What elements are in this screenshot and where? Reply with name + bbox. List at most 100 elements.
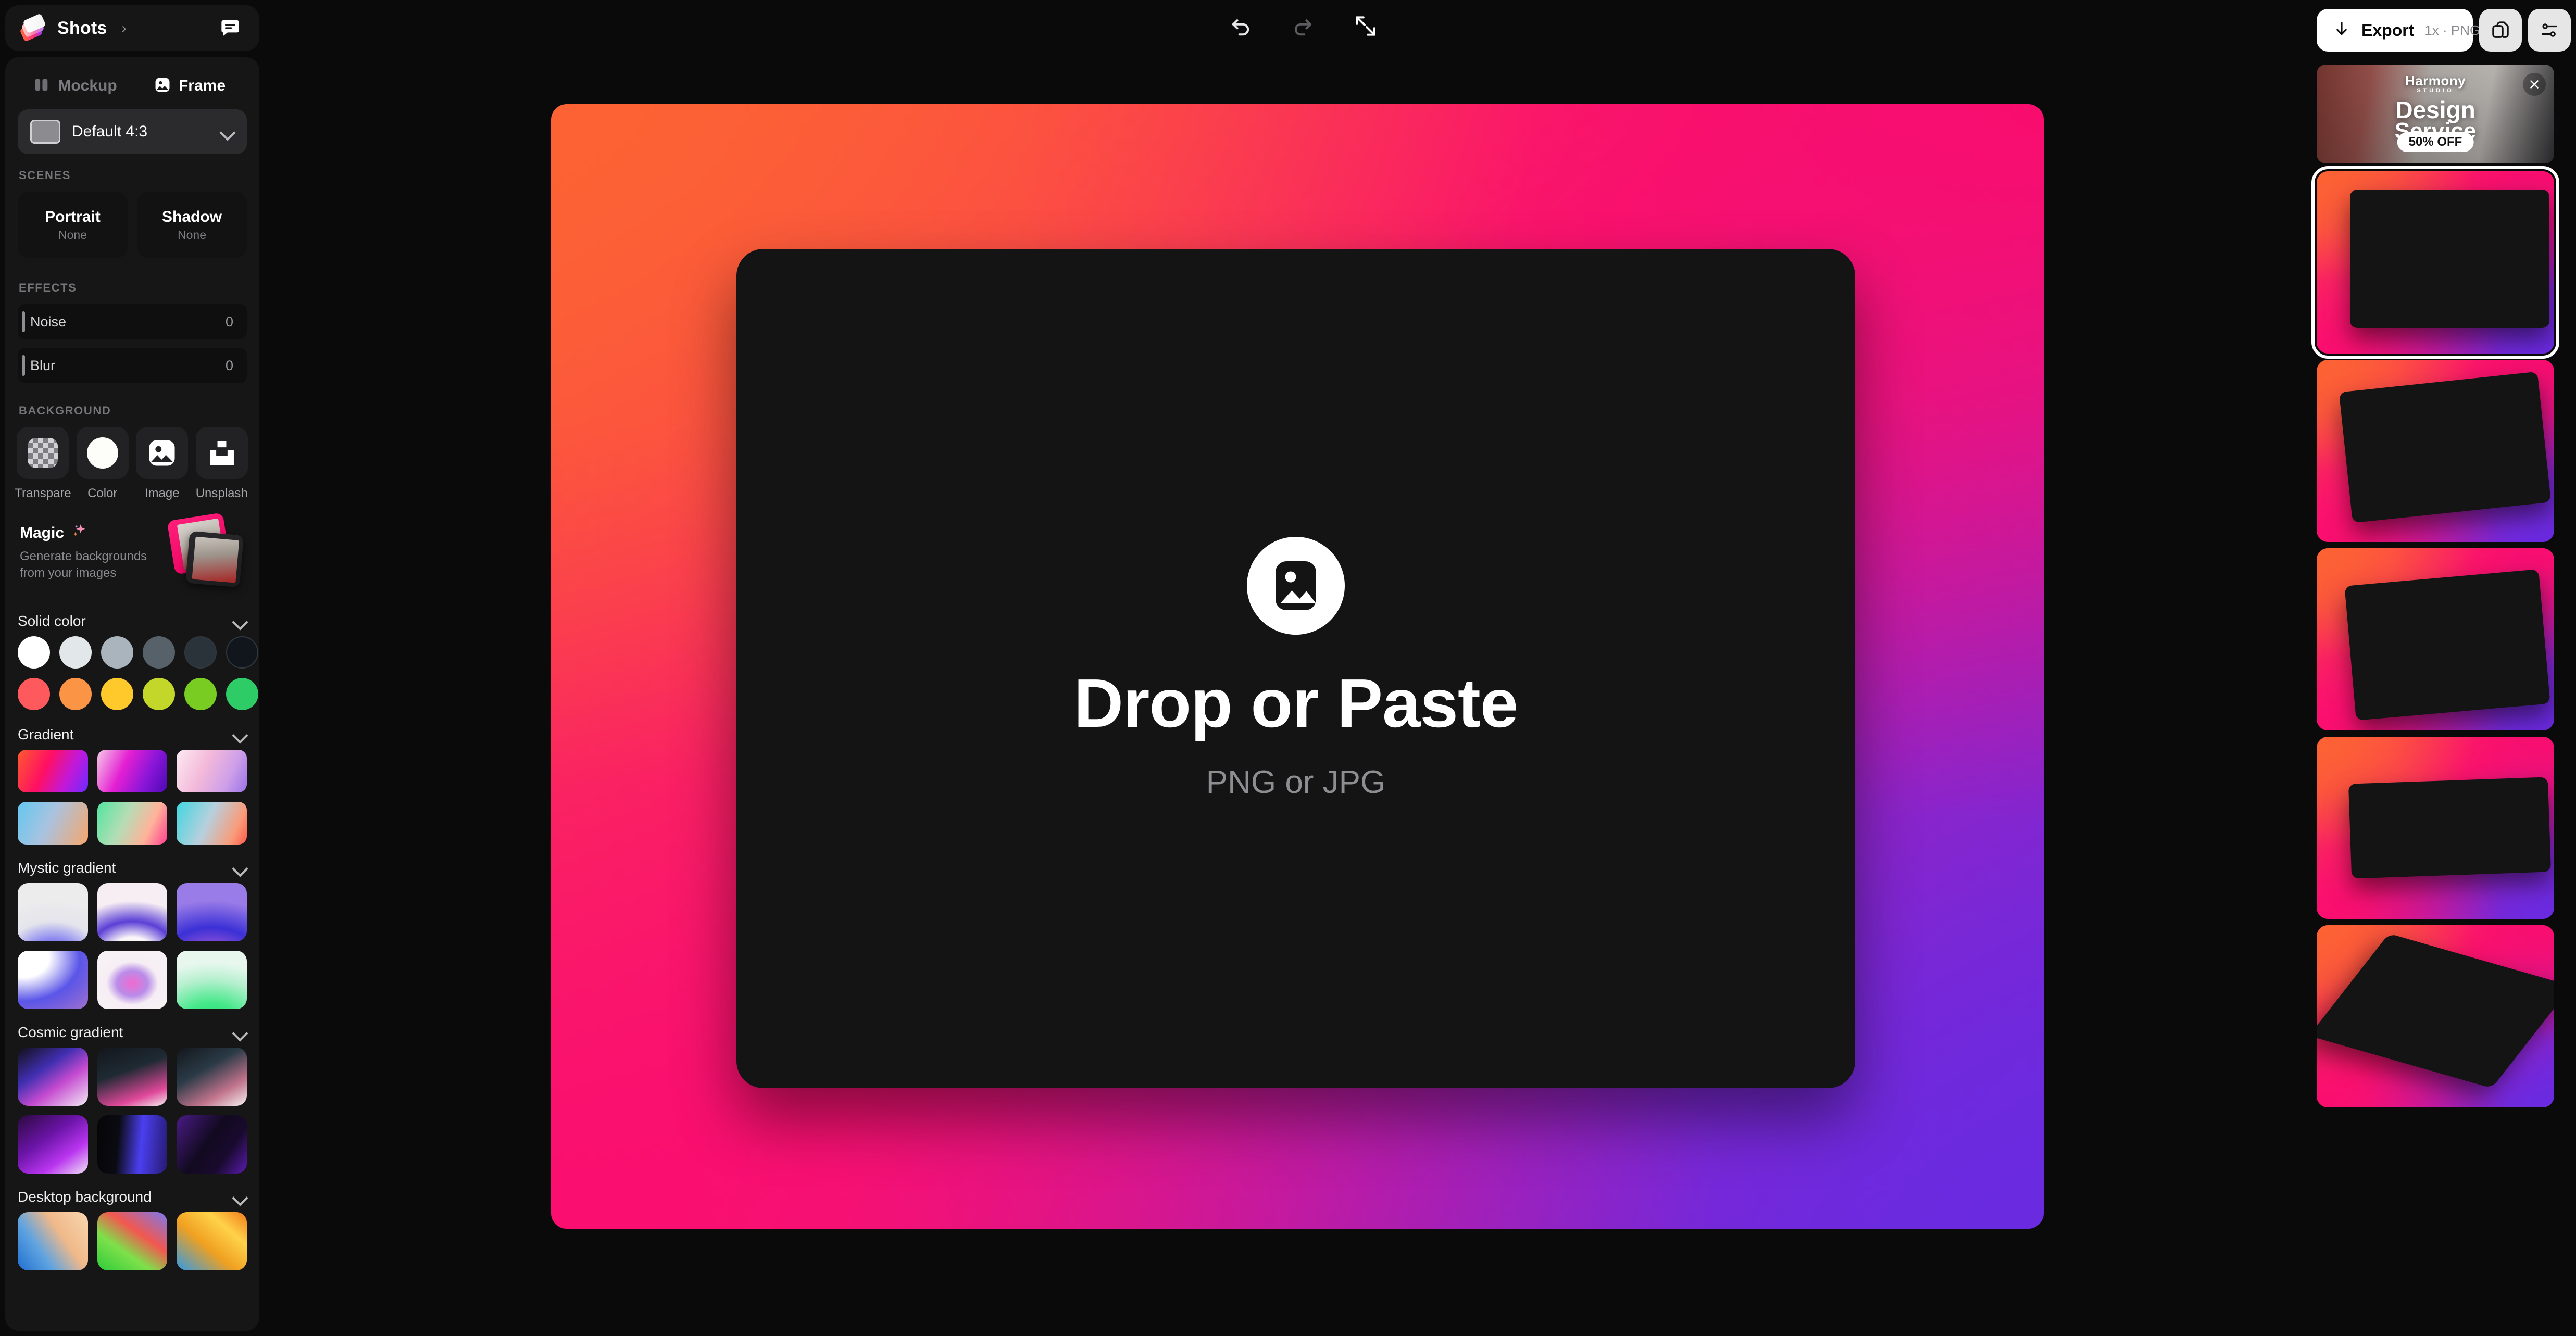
panel-tabs: Mockup Frame [18, 67, 247, 105]
scenes-header: SCENES [19, 169, 71, 182]
bg-type-transparent[interactable]: Transparent [15, 427, 71, 501]
gradient-swatch[interactable] [177, 1212, 247, 1270]
undo-icon[interactable] [1224, 9, 1257, 43]
variant-thumbnail[interactable] [2317, 360, 2554, 542]
gradient-swatch[interactable] [177, 1115, 247, 1174]
bg-type-color[interactable]: Color [76, 427, 129, 501]
gradient-swatch[interactable] [177, 951, 247, 1009]
shots-logo-icon [19, 13, 48, 42]
color-swatch[interactable] [59, 678, 92, 710]
effects-header: EFFECTS [19, 281, 77, 294]
bg-group-header[interactable]: Solid color [18, 606, 247, 636]
export-label: Export [2361, 20, 2415, 40]
gradient-swatch[interactable] [97, 1212, 168, 1270]
bg-group-mystic-gradient: Mystic gradient [18, 853, 247, 1009]
gradient-swatch[interactable] [18, 1115, 88, 1174]
sliders-icon[interactable] [2528, 9, 2571, 52]
variant-thumbnail[interactable] [2311, 166, 2559, 359]
gradient-swatch[interactable] [97, 802, 168, 845]
redo-icon[interactable] [1286, 9, 1320, 43]
tab-mockup[interactable]: Mockup [18, 71, 132, 101]
magic-background-card[interactable]: Magic Generate backgrounds from your ima… [18, 512, 247, 588]
gradient-swatch[interactable] [97, 1048, 168, 1106]
app-title: Shots [57, 18, 107, 38]
bg-type-unsplash[interactable]: Unsplash [196, 427, 248, 501]
left-sidebar: Shots › Mockup Frame Default 4:3 SCENES … [0, 0, 265, 1336]
effect-blur-label: Blur [30, 357, 56, 373]
export-button[interactable]: Export 1x · PNG [2317, 9, 2480, 52]
image-icon [154, 76, 171, 96]
bg-type-image-label: Image [144, 486, 180, 500]
bg-group-header[interactable]: Mystic gradient [18, 853, 247, 883]
gradient-swatch[interactable] [97, 750, 168, 792]
color-swatch[interactable] [18, 636, 50, 669]
download-arrow-icon [2332, 20, 2351, 41]
tab-mockup-label: Mockup [58, 77, 117, 94]
color-swatch-row [18, 636, 258, 669]
aspect-swatch-icon [30, 120, 60, 144]
gradient-swatch[interactable] [18, 1048, 88, 1106]
variant-thumbnail[interactable] [2317, 548, 2554, 730]
copy-icon[interactable] [2479, 9, 2522, 52]
gradient-swatch[interactable] [97, 951, 168, 1009]
gradient-swatch[interactable] [177, 1048, 247, 1106]
resize-diagonal-icon[interactable] [1349, 9, 1382, 43]
gradient-swatch[interactable] [177, 802, 247, 845]
gradient-swatch[interactable] [177, 750, 247, 792]
gradient-swatch[interactable] [18, 750, 88, 792]
drop-zone[interactable]: Drop or Paste PNG or JPG [736, 249, 1855, 1088]
bg-group-gradient: Gradient [18, 720, 247, 845]
background-header: BACKGROUND [19, 404, 111, 417]
gradient-swatch[interactable] [18, 951, 88, 1009]
gradient-swatch[interactable] [177, 883, 247, 941]
tab-frame[interactable]: Frame [132, 71, 247, 101]
color-swatch[interactable] [143, 636, 175, 669]
message-icon[interactable] [217, 15, 244, 42]
app-root: Shots › Mockup Frame Default 4:3 SCENES … [0, 0, 2576, 1336]
variant-card [2348, 777, 2551, 879]
brand-row: Shots › [5, 5, 259, 51]
bg-group-header[interactable]: Gradient [18, 720, 247, 750]
variant-thumbnail[interactable] [2317, 737, 2554, 919]
bg-type-transparent-label: Transparent [15, 486, 71, 500]
drop-zone-subtitle: PNG or JPG [1206, 764, 1386, 800]
bg-group-solid-color: Solid color [18, 606, 258, 710]
bg-type-image[interactable]: Image [136, 427, 189, 501]
scene-shadow[interactable]: Shadow None [137, 192, 247, 258]
gradient-swatch[interactable] [18, 1212, 88, 1270]
chevron-down-icon [232, 861, 247, 875]
color-swatch[interactable] [18, 678, 50, 710]
color-swatch[interactable] [143, 678, 175, 710]
bg-group-header[interactable]: Desktop background [18, 1182, 247, 1212]
promo-banner[interactable]: Harmony STUDIO Design Service 50% OFF [2317, 65, 2554, 163]
gradient-swatch[interactable] [18, 883, 88, 941]
variants-list: Harmony STUDIO Design Service 50% OFF [2311, 65, 2571, 1335]
close-icon[interactable] [2523, 73, 2546, 96]
image-placeholder-icon [1247, 536, 1345, 635]
color-swatch[interactable] [184, 678, 217, 710]
chevron-down-icon [232, 614, 247, 628]
scene-portrait[interactable]: Portrait None [18, 192, 128, 258]
gradient-swatch[interactable] [97, 883, 168, 941]
brand-link[interactable]: Shots › [19, 13, 217, 42]
color-swatch[interactable] [184, 636, 217, 669]
color-swatch[interactable] [101, 678, 133, 710]
color-swatch[interactable] [226, 678, 258, 710]
gradient-grid [18, 1048, 247, 1174]
right-rail: Export 1x · PNG Harmony STUDIO Design Se… [2311, 0, 2576, 1336]
canvas-stage: Drop or Paste PNG or JPG [551, 104, 2044, 1229]
bg-group-header[interactable]: Cosmic gradient [18, 1017, 247, 1048]
gradient-swatch[interactable] [97, 1115, 168, 1174]
color-swatch[interactable] [59, 636, 92, 669]
variant-thumbnail[interactable] [2317, 925, 2554, 1107]
bg-group-title: Mystic gradient [18, 860, 116, 876]
color-swatch[interactable] [226, 636, 258, 669]
chevron-right-icon: › [121, 20, 127, 36]
aspect-ratio-select[interactable]: Default 4:3 [18, 109, 247, 154]
scene-portrait-value: None [58, 228, 87, 242]
gradient-grid [18, 750, 247, 845]
gradient-swatch[interactable] [18, 802, 88, 845]
effect-noise-slider[interactable]: Noise 0 [18, 304, 247, 339]
color-swatch[interactable] [101, 636, 133, 669]
effect-blur-slider[interactable]: Blur 0 [18, 348, 247, 383]
